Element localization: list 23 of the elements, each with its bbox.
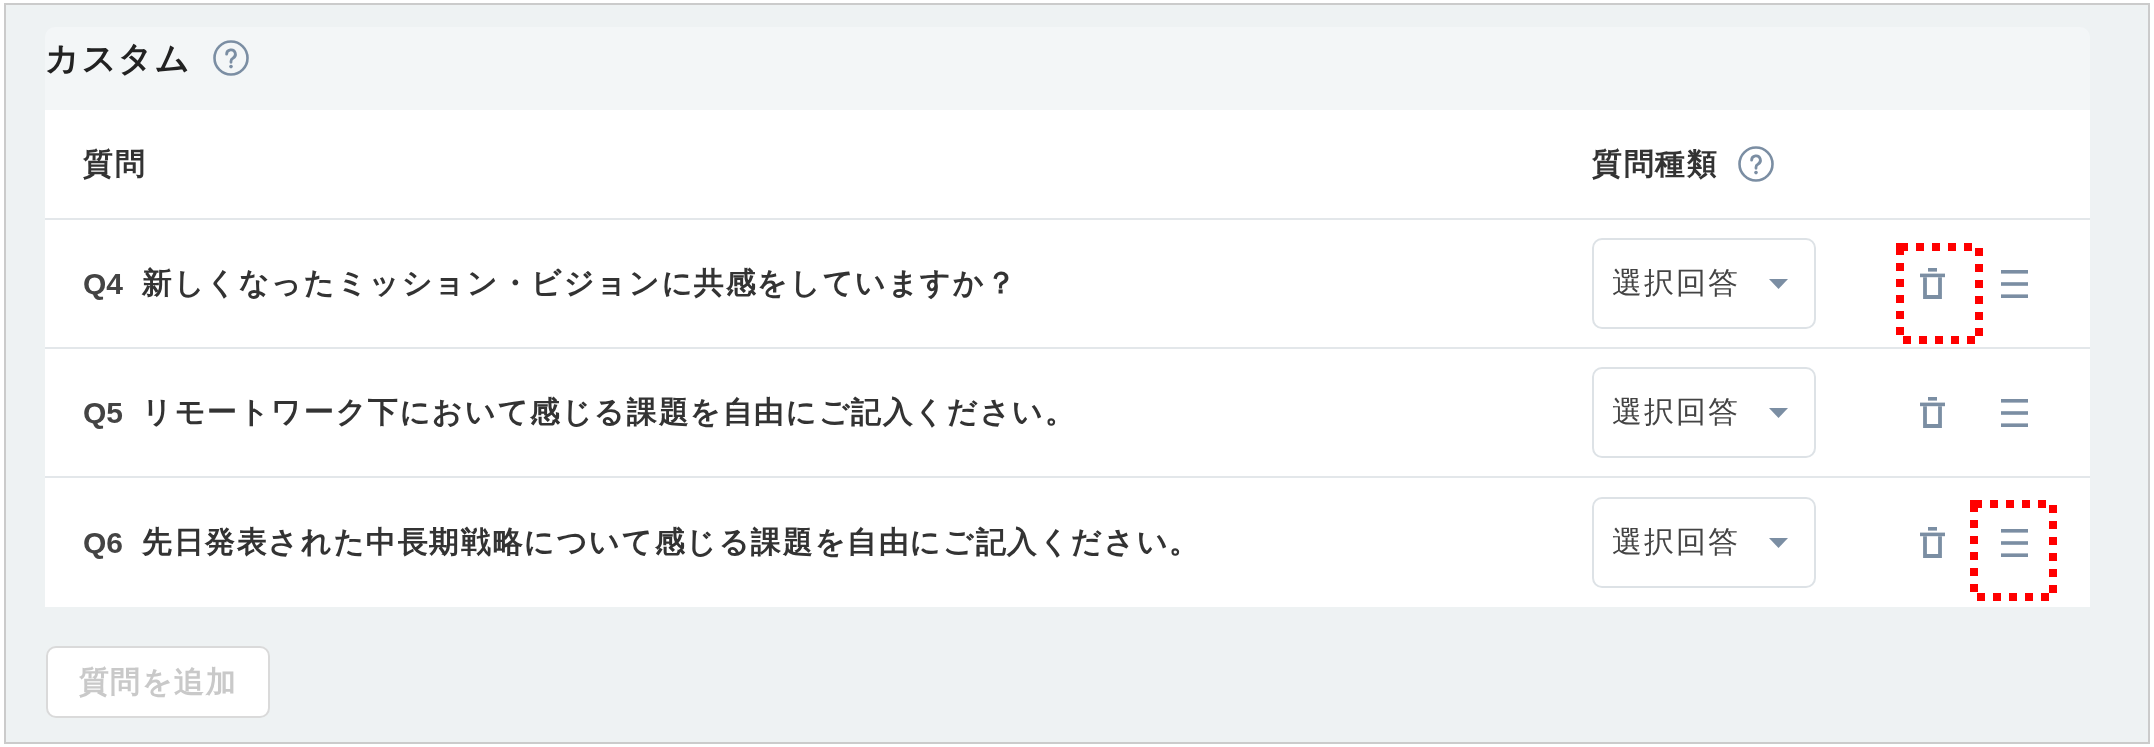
drag-handle-icon[interactable] — [2001, 528, 2028, 557]
question-number: Q4 — [83, 266, 124, 301]
caret-icon — [1769, 537, 1788, 548]
question-type-select[interactable]: 選択回答 — [1592, 497, 1816, 588]
drag-handle-icon[interactable] — [2001, 269, 2028, 298]
drag-handle-icon[interactable] — [2001, 398, 2028, 427]
caret-icon — [1769, 407, 1788, 418]
question-text: リモートワーク下において感じる課題を自由にご記入ください。 — [142, 394, 1077, 430]
help-icon[interactable] — [213, 40, 249, 76]
question-type-select[interactable]: 選択回答 — [1592, 367, 1816, 458]
trash-icon[interactable] — [1917, 268, 1948, 299]
question-number: Q5 — [83, 395, 124, 430]
help-icon[interactable] — [1738, 146, 1774, 182]
column-header: 質問 — [83, 145, 146, 182]
question-text: 新しくなったミッション・ビジョンに共感をしていますか？ — [142, 265, 1018, 301]
caret-icon — [1769, 278, 1788, 289]
trash-icon[interactable] — [1917, 397, 1948, 428]
trash-icon[interactable] — [1917, 527, 1948, 558]
section-title: カスタム — [45, 37, 191, 79]
column-header: 質問種類 — [1592, 145, 1718, 182]
question-text: 先日発表された中長期戦略について感じる課題を自由にご記入ください。 — [142, 524, 1201, 560]
question-number: Q6 — [83, 525, 124, 560]
question-type-select[interactable]: 選択回答 — [1592, 238, 1816, 329]
